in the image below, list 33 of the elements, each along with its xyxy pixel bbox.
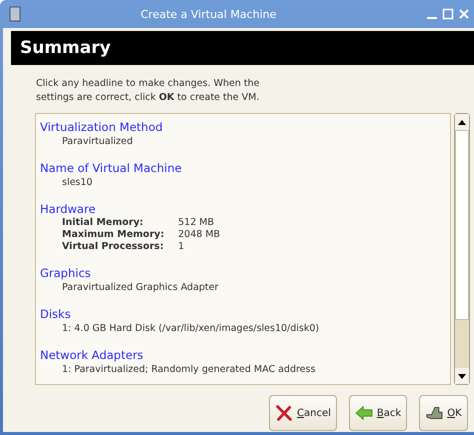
detail-text: 1: 4.0 GB Hard Disk (/var/lib/xen/images/sles10/disk0) — [62, 322, 320, 335]
scroll-thumb[interactable] — [455, 130, 469, 320]
hand-icon — [425, 405, 444, 421]
field-value: 512 MB — [178, 217, 215, 229]
field-value: 1 — [178, 241, 186, 253]
maximize-icon[interactable] — [442, 8, 454, 20]
detail-text: Paravirtualized — [62, 135, 133, 148]
detail-text: sles10 — [62, 176, 92, 189]
page-header: Summary — [11, 31, 474, 65]
field-label: Maximum Memory: — [62, 229, 164, 241]
window-icon — [9, 6, 21, 22]
scrollbar[interactable] — [454, 113, 470, 385]
section-link[interactable]: Name of Virtual Machine — [40, 161, 182, 175]
section-link[interactable]: Network Adapters — [40, 348, 144, 362]
section-link[interactable]: Graphics — [40, 266, 91, 280]
field-label: Virtual Processors: — [62, 241, 164, 253]
field-value: 2048 MB — [178, 229, 220, 241]
cancel-button[interactable]: Cancel — [269, 395, 337, 431]
instruction-text: Click any headline to make changes. When the settings are correct, click OK to create the VM. — [36, 77, 261, 105]
section-link[interactable]: Virtualization Method — [40, 120, 163, 134]
cross-icon — [275, 405, 293, 421]
scroll-up-icon[interactable] — [458, 120, 466, 124]
detail-text: Paravirtualized Graphics Adapter — [62, 281, 218, 294]
ok-button[interactable]: OK — [419, 395, 468, 431]
arrow-left-icon — [354, 405, 373, 421]
back-button[interactable]: Back — [348, 395, 408, 431]
scroll-down-icon[interactable] — [458, 374, 466, 378]
close-icon[interactable] — [458, 8, 470, 20]
section-link[interactable]: Hardware — [40, 202, 96, 216]
window-title: Create a Virtual Machine — [140, 8, 278, 20]
field-label: Initial Memory: — [62, 217, 144, 229]
detail-text: 1: Paravirtualized; Randomly generated MAC address — [62, 363, 316, 376]
section-link[interactable]: Disks — [40, 307, 71, 321]
